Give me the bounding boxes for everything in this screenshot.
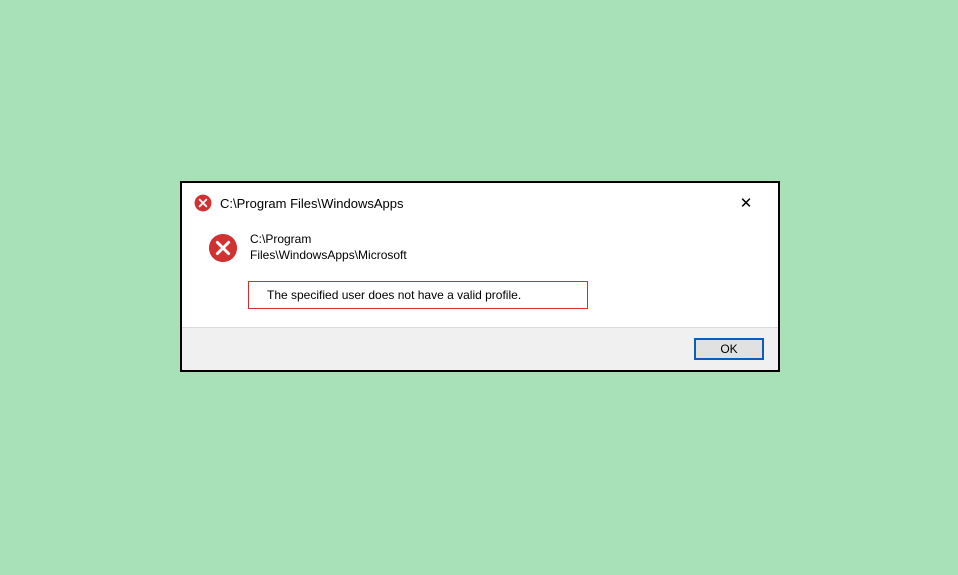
close-icon: ✕ [740,196,753,211]
error-icon [208,233,238,263]
error-icon [194,194,212,212]
error-message: The specified user does not have a valid… [267,288,521,302]
dialog-title: C:\Program Files\WindowsApps [220,196,726,211]
error-highlight: The specified user does not have a valid… [248,281,588,309]
dialog-body: C:\Program Files\WindowsApps\Microsoft T… [182,221,778,327]
error-path: C:\Program Files\WindowsApps\Microsoft [250,231,470,263]
ok-button[interactable]: OK [694,338,764,360]
ok-button-label: OK [720,342,737,356]
error-dialog: C:\Program Files\WindowsApps ✕ C:\Progra… [180,181,780,372]
dialog-footer: OK [182,327,778,370]
dialog-content: C:\Program Files\WindowsApps\Microsoft T… [250,231,764,309]
close-button[interactable]: ✕ [726,191,766,215]
dialog-titlebar: C:\Program Files\WindowsApps ✕ [182,183,778,221]
